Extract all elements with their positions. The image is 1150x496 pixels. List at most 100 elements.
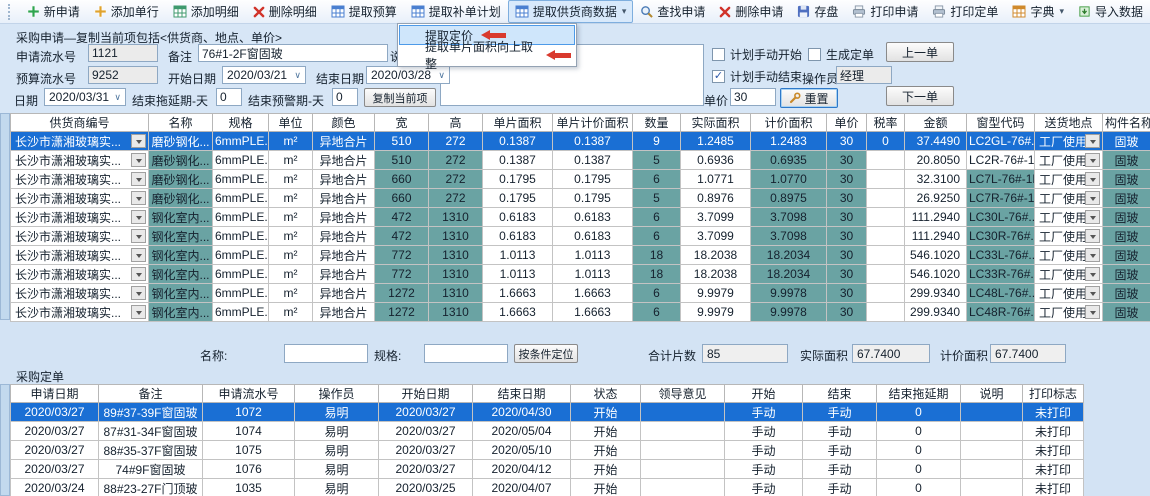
- table-cell[interactable]: 固玻: [1103, 284, 1150, 303]
- table-row[interactable]: 2020/03/2774#9F窗固玻1076易明2020/03/272020/0…: [11, 460, 1084, 479]
- table-cell[interactable]: 510: [375, 151, 429, 170]
- table-cell[interactable]: 磨砂钢化...: [149, 170, 213, 189]
- table-cell[interactable]: [867, 303, 905, 322]
- table-cell[interactable]: 1.6663: [483, 303, 553, 322]
- table-cell[interactable]: 3.7099: [681, 208, 751, 227]
- table-cell[interactable]: 0.1387: [483, 132, 553, 151]
- table-cell[interactable]: 2020/03/27: [379, 460, 473, 479]
- start-date-combo[interactable]: 2020/03/21 ∨: [222, 66, 306, 84]
- table-cell[interactable]: 手动: [725, 422, 803, 441]
- table-cell[interactable]: 299.9340: [905, 284, 967, 303]
- table-cell[interactable]: 固玻: [1103, 170, 1150, 189]
- table-row[interactable]: 长沙市潇湘玻璃实...钢化室内...6mmPLE...m²异地合片4721310…: [11, 227, 1150, 246]
- table-cell[interactable]: 6mmPLE...: [213, 132, 269, 151]
- table-cell[interactable]: [961, 460, 1023, 479]
- table-cell[interactable]: 2020/03/27: [11, 460, 99, 479]
- table-cell[interactable]: 6: [633, 284, 681, 303]
- table-cell[interactable]: 30: [827, 151, 867, 170]
- table-cell[interactable]: 长沙市潇湘玻璃实...: [11, 284, 149, 303]
- table-cell[interactable]: 1.0113: [483, 265, 553, 284]
- table-cell[interactable]: 1310: [429, 246, 483, 265]
- column-header[interactable]: 单片面积: [483, 114, 553, 132]
- delivery-dropdown-arrow[interactable]: [1085, 172, 1100, 186]
- table-cell[interactable]: m²: [269, 227, 313, 246]
- table-cell[interactable]: 1.0113: [553, 265, 633, 284]
- column-header[interactable]: 规格: [213, 114, 269, 132]
- table-cell[interactable]: m²: [269, 189, 313, 208]
- previous-order-button[interactable]: 上一单: [886, 42, 954, 62]
- table-cell[interactable]: 0.1387: [553, 151, 633, 170]
- menu-item[interactable]: 提取单片面积向上取整: [399, 45, 575, 65]
- delivery-dropdown-arrow[interactable]: [1085, 248, 1100, 262]
- table-cell[interactable]: [961, 422, 1023, 441]
- toolbar-button[interactable]: 删除申请: [712, 0, 790, 23]
- table-cell[interactable]: 1310: [429, 284, 483, 303]
- reset-button[interactable]: 重置: [780, 88, 838, 108]
- table-cell[interactable]: [867, 227, 905, 246]
- table-cell[interactable]: 钢化室内...: [149, 284, 213, 303]
- table-cell[interactable]: 87#31-34F窗固玻: [99, 422, 203, 441]
- column-header[interactable]: 领导意见: [641, 385, 725, 403]
- toolbar-button[interactable]: 打印申请: [845, 0, 925, 23]
- table-cell[interactable]: 钢化室内...: [149, 265, 213, 284]
- table-cell[interactable]: 0.1795: [483, 189, 553, 208]
- column-header[interactable]: 结束日期: [473, 385, 571, 403]
- table-cell[interactable]: 1272: [375, 303, 429, 322]
- table-cell[interactable]: m²: [269, 132, 313, 151]
- toolbar-button[interactable]: 存盘: [790, 0, 845, 23]
- toolbar-button[interactable]: 删除明细: [246, 0, 324, 23]
- table-cell[interactable]: 18.2038: [681, 265, 751, 284]
- table-cell[interactable]: 工厂使用: [1035, 246, 1103, 265]
- table-cell[interactable]: 0: [877, 460, 961, 479]
- table-cell[interactable]: 固玻: [1103, 132, 1150, 151]
- table-cell[interactable]: [641, 403, 725, 422]
- table-cell[interactable]: m²: [269, 151, 313, 170]
- table-cell[interactable]: 1310: [429, 208, 483, 227]
- table-cell[interactable]: 0.1795: [553, 189, 633, 208]
- table-cell[interactable]: 0: [877, 441, 961, 460]
- table-cell[interactable]: 易明: [295, 422, 379, 441]
- table-cell[interactable]: 易明: [295, 460, 379, 479]
- table-cell[interactable]: 37.4490: [905, 132, 967, 151]
- table-row[interactable]: 2020/03/2789#37-39F窗固玻1072易明2020/03/2720…: [11, 403, 1084, 422]
- delivery-dropdown-arrow[interactable]: [1085, 210, 1100, 224]
- table-cell[interactable]: 1.0771: [681, 170, 751, 189]
- column-header[interactable]: 打印标志: [1023, 385, 1084, 403]
- table-cell[interactable]: [961, 479, 1023, 496]
- copy-current-button[interactable]: 复制当前项: [364, 88, 436, 107]
- toolbar-button[interactable]: 提取预算: [324, 0, 404, 23]
- table-cell[interactable]: 2020/04/12: [473, 460, 571, 479]
- column-header[interactable]: 结束拖延期: [877, 385, 961, 403]
- delay-field[interactable]: [216, 88, 242, 106]
- table-cell[interactable]: 0.6183: [483, 208, 553, 227]
- toolbar-button[interactable]: 提取供货商数据▾: [508, 0, 634, 23]
- toolbar-button[interactable]: 查找申请: [633, 0, 712, 23]
- delivery-dropdown-arrow[interactable]: [1085, 229, 1100, 243]
- table-cell[interactable]: 异地合片: [313, 303, 375, 322]
- table-cell[interactable]: 1.6663: [553, 303, 633, 322]
- table-cell[interactable]: LC30L-76#...: [967, 208, 1035, 227]
- toolbar-button[interactable]: 打印定单: [925, 0, 1005, 23]
- table-cell[interactable]: 9.9978: [751, 303, 827, 322]
- table-cell[interactable]: 472: [375, 208, 429, 227]
- table-cell[interactable]: 1075: [203, 441, 295, 460]
- table-cell[interactable]: 772: [375, 265, 429, 284]
- table-cell[interactable]: 手动: [725, 460, 803, 479]
- table-cell[interactable]: [867, 284, 905, 303]
- column-header[interactable]: 申请日期: [11, 385, 99, 403]
- table-cell[interactable]: 1072: [203, 403, 295, 422]
- table-cell[interactable]: 30: [827, 170, 867, 189]
- table-cell[interactable]: 30: [827, 227, 867, 246]
- table-cell[interactable]: 手动: [725, 479, 803, 496]
- table-row[interactable]: 长沙市潇湘玻璃实...磨砂钢化...6mmPLE...m²异地合片6602720…: [11, 189, 1150, 208]
- table-cell[interactable]: 30: [827, 303, 867, 322]
- table-cell[interactable]: 3.7098: [751, 208, 827, 227]
- table-cell[interactable]: 固玻: [1103, 303, 1150, 322]
- table-cell[interactable]: [867, 170, 905, 189]
- table-cell[interactable]: 未打印: [1023, 403, 1084, 422]
- table-cell[interactable]: 6mmPLE...: [213, 208, 269, 227]
- column-header[interactable]: 构件名称: [1103, 114, 1150, 132]
- column-header[interactable]: 颜色: [313, 114, 375, 132]
- table-cell[interactable]: 660: [375, 189, 429, 208]
- toolbar-button[interactable]: 导入数据: [1071, 0, 1150, 23]
